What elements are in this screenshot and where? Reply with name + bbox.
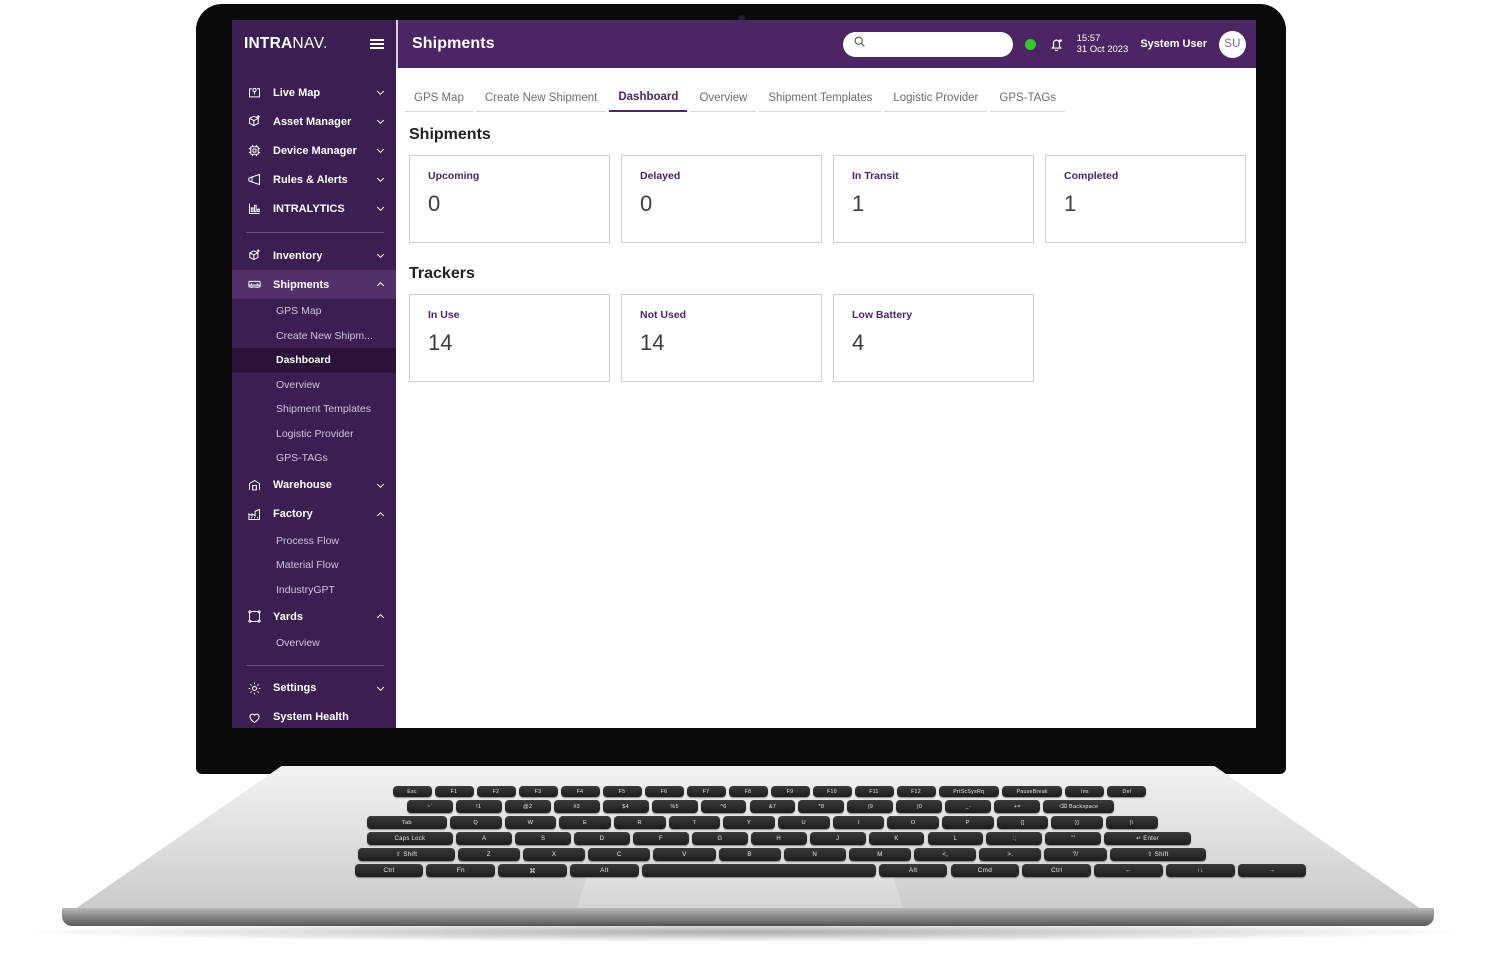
keyboard-key[interactable]: @2 — [504, 800, 551, 813]
keyboard-key[interactable]: F3 — [518, 786, 558, 797]
keyboard-key[interactable]: Z — [457, 848, 520, 861]
keyboard-key[interactable]: T — [668, 816, 721, 829]
keyboard-key[interactable]: ↑↓ — [1165, 864, 1235, 877]
keyboard-key[interactable]: :; — [986, 832, 1043, 845]
keyboard-key[interactable]: ?/ — [1044, 848, 1107, 861]
keyboard-key[interactable]: <, — [914, 848, 977, 861]
keyboard-key[interactable]: H — [750, 832, 807, 845]
keyboard-key[interactable]: O — [887, 816, 939, 829]
keyboard-key[interactable]: F8 — [728, 786, 768, 797]
keyboard-key[interactable]: F — [632, 832, 689, 845]
keyboard-key[interactable]: F1 — [434, 786, 474, 797]
keyboard-key[interactable]: A — [456, 832, 513, 845]
keyboard-key[interactable]: V — [653, 848, 716, 861]
keyboard-key[interactable]: += — [994, 800, 1041, 813]
keyboard-key[interactable]: Del — [1107, 786, 1147, 797]
keyboard-key[interactable]: }] — [1051, 816, 1103, 829]
keyboard-key[interactable]: K — [868, 832, 925, 845]
keyboard-key[interactable]: )0 — [896, 800, 943, 813]
keyboard-key[interactable]: F7 — [686, 786, 726, 797]
keyboard-key[interactable]: C — [588, 848, 651, 861]
keyboard-key[interactable]: &7 — [749, 800, 796, 813]
keyboard-key[interactable]: ⇧ Shift — [358, 848, 455, 861]
keyboard-key[interactable]: Esc — [392, 786, 432, 797]
keyboard-key[interactable]: F5 — [602, 786, 642, 797]
keyboard-key[interactable]: Fn — [426, 864, 496, 877]
keyboard-key[interactable]: D — [574, 832, 630, 845]
keyboard-key[interactable]: N — [783, 848, 846, 861]
keyboard-key[interactable]: M — [848, 848, 912, 861]
keyboard-key[interactable]: "' — [1045, 832, 1102, 845]
keyboard-key[interactable]: → — [1237, 864, 1307, 877]
keyboard-key[interactable]: I — [832, 816, 885, 829]
keyboard-key[interactable]: F6 — [644, 786, 684, 797]
keyboard-key[interactable]: F10 — [812, 786, 852, 797]
keyboard[interactable]: Esc F1 F2 F3 F4 F5 F6 F7 F8 F9 F10 F11 F12 PrtScSysRq… — [0, 0, 1485, 966]
keyboard-key[interactable]: Ctrl — [1022, 864, 1092, 877]
keyboard-key[interactable]: $4 — [602, 800, 649, 813]
keyboard-key[interactable]: F12 — [896, 786, 936, 797]
keyboard-key[interactable]: PauseBreak — [1001, 786, 1063, 797]
keyboard-key[interactable]: B — [718, 848, 781, 861]
keyboard-key[interactable]: J — [809, 832, 866, 845]
keyboard-key[interactable]: F2 — [476, 786, 516, 797]
keyboard-key[interactable]: Y — [723, 816, 775, 829]
keyboard-key[interactable]: W — [504, 816, 557, 829]
keyboard-key[interactable]: !1 — [455, 800, 502, 813]
keyboard-key[interactable]: Cmd — [950, 864, 1020, 877]
keyboard-key[interactable]: ← — [1094, 864, 1163, 877]
keyboard-key[interactable]: ⌫ Backspace — [1043, 800, 1115, 813]
keyboard-key[interactable] — [641, 864, 876, 877]
keyboard-key[interactable]: _- — [945, 800, 992, 813]
keyboard-key[interactable]: Q — [449, 816, 502, 829]
keyboard-key[interactable]: ^6 — [700, 800, 747, 813]
keyboard-key[interactable]: Tab — [366, 816, 447, 829]
keyboard-key[interactable]: U — [777, 816, 830, 829]
keyboard-key[interactable]: P — [941, 816, 994, 829]
keyboard-key[interactable]: (9 — [847, 800, 894, 813]
keyboard-key[interactable]: R — [613, 816, 666, 829]
keyboard-key[interactable]: ⇧ Shift — [1109, 848, 1207, 861]
keyboard-key[interactable]: ~` — [406, 800, 453, 813]
keyboard-key[interactable]: ↵ Enter — [1104, 832, 1191, 845]
keyboard-key[interactable]: *8 — [798, 800, 845, 813]
keyboard-key[interactable]: F11 — [854, 786, 894, 797]
keyboard-key[interactable]: F4 — [560, 786, 600, 797]
keyboard-key[interactable]: Caps Lock — [366, 832, 454, 845]
keyboard-key[interactable]: X — [522, 848, 586, 861]
keyboard-key[interactable]: E — [559, 816, 611, 829]
keyboard-key[interactable]: ⌘ — [498, 864, 567, 877]
keyboard-key[interactable]: F9 — [770, 786, 810, 797]
keyboard-key[interactable]: G — [691, 832, 748, 845]
keyboard-key[interactable]: {[ — [996, 816, 1049, 829]
keyboard-key[interactable]: Ins — [1065, 786, 1105, 797]
keyboard-key[interactable]: >. — [979, 848, 1042, 861]
keyboard-key[interactable]: Alt — [878, 864, 948, 877]
keyboard-key[interactable]: PrtScSysRq — [938, 786, 999, 797]
keyboard-key[interactable]: |\ — [1105, 816, 1158, 829]
keyboard-key[interactable]: %5 — [651, 800, 698, 813]
keyboard-key[interactable]: #3 — [553, 800, 600, 813]
keyboard-key[interactable]: Alt — [570, 864, 639, 877]
keyboard-key[interactable]: Ctrl — [354, 864, 424, 877]
keyboard-key[interactable]: L — [927, 832, 984, 845]
laptop-mockup: INTRANAV. Live Map Asset Manager Device … — [0, 0, 1485, 966]
keyboard-key[interactable]: S — [515, 832, 572, 845]
